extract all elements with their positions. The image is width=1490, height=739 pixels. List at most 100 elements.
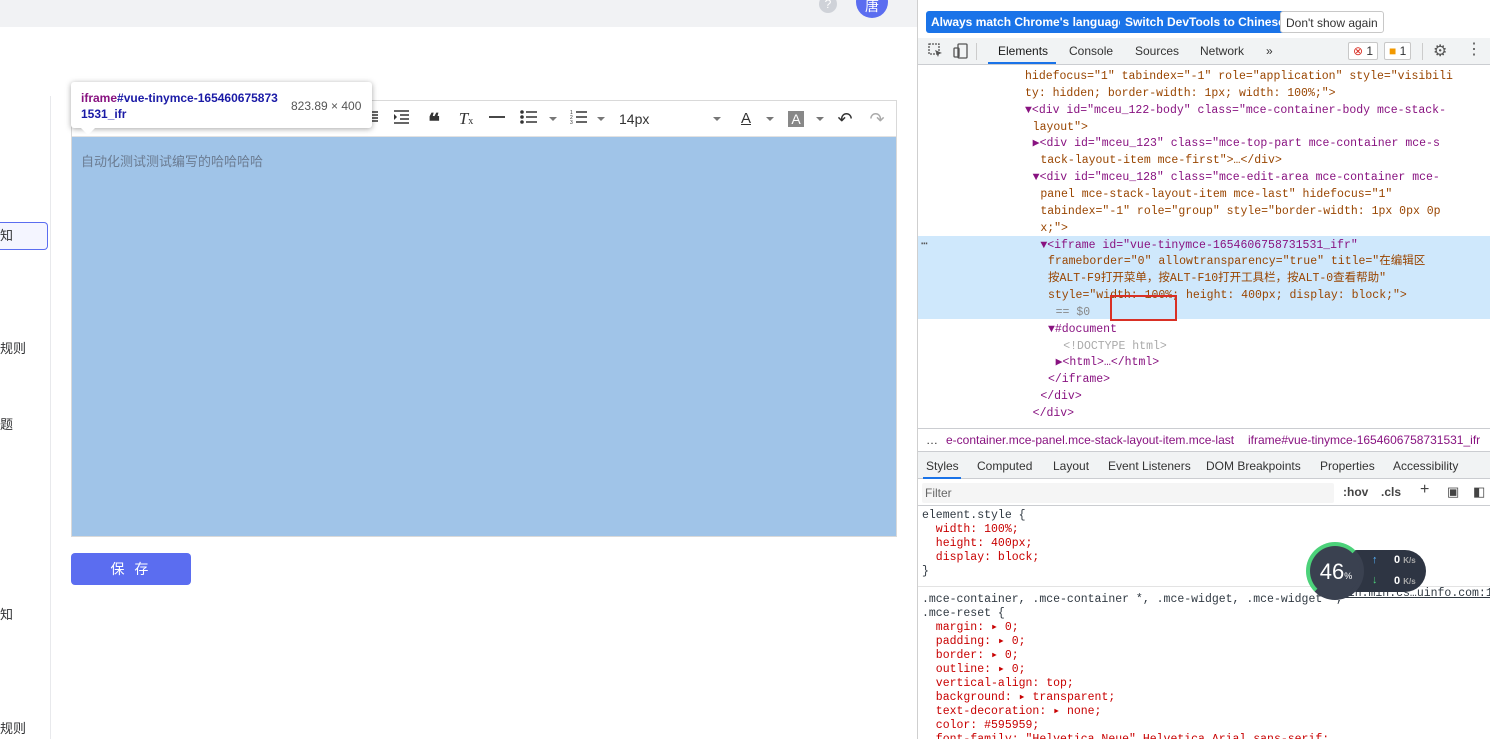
highlight-box — [1110, 295, 1177, 321]
subtab-styles[interactable]: Styles — [926, 459, 959, 473]
dom-line[interactable]: frameborder="0" allowtransparency="true"… — [1048, 254, 1490, 271]
bullet-list-icon[interactable] — [520, 109, 538, 129]
dom-line[interactable]: ▼#document — [1048, 322, 1490, 339]
switch-to-chinese-button[interactable]: Switch DevTools to Chinese — [1120, 11, 1290, 33]
style-line[interactable]: element.style { — [922, 509, 1026, 523]
breadcrumb-ellipsis[interactable]: … — [926, 429, 938, 451]
sidebar-item-3[interactable]: 题 — [0, 417, 13, 433]
style-line[interactable]: border: ▸ 0; — [922, 649, 1019, 663]
chevron-down-icon[interactable] — [816, 117, 824, 121]
subtab-event-listeners[interactable]: Event Listeners — [1108, 459, 1191, 473]
error-badge[interactable]: ⊗ 1 — [1348, 42, 1379, 60]
warning-badge[interactable]: ■ 1 — [1384, 42, 1412, 60]
help-icon[interactable]: ? — [819, 0, 837, 13]
horizontal-rule-icon[interactable] — [488, 109, 506, 129]
style-line[interactable]: height: 400px; — [922, 537, 1033, 551]
style-line[interactable]: background: ▸ transparent; — [922, 691, 1115, 705]
style-line[interactable]: margin: ▸ 0; — [922, 621, 1019, 635]
tab-network[interactable]: Network — [1200, 44, 1244, 58]
dom-line[interactable]: tack-layout-item mce-first">…</div> — [1040, 153, 1490, 170]
chevron-down-icon[interactable] — [713, 117, 721, 121]
breadcrumb-item-selected[interactable]: iframe#vue-tinymce-1654606758731531_ifr — [1248, 429, 1480, 451]
cls-button[interactable]: .cls — [1381, 485, 1401, 499]
rich-text-editor: ❝ Tx 123 14px A A ↶ ↷ 自动化测试测试编写的哈哈哈哈 — [71, 100, 897, 537]
dom-line[interactable]: layout"> — [1033, 120, 1490, 137]
subtab-styles-underline — [923, 477, 961, 479]
subtab-dom-breakpoints[interactable]: DOM Breakpoints — [1206, 459, 1301, 473]
toggle-sidebar-icon[interactable]: ◧ — [1473, 484, 1485, 500]
style-line[interactable]: } — [922, 565, 929, 579]
tab-elements-underline — [988, 62, 1056, 64]
sidebar-item-4[interactable]: 知 — [0, 607, 13, 623]
dom-line[interactable]: panel mce-stack-layout-item mce-last" hi… — [1040, 187, 1490, 204]
dom-line[interactable]: </div> — [1033, 406, 1490, 423]
add-rule-icon[interactable]: + — [1420, 481, 1429, 499]
avatar[interactable]: 唐 — [856, 0, 888, 18]
sidebar-item-5[interactable]: 规则 — [0, 721, 26, 737]
breadcrumb-item[interactable]: e-container.mce-panel.mce-stack-layout-i… — [946, 429, 1234, 451]
tab-elements[interactable]: Elements — [998, 44, 1048, 58]
style-line[interactable]: vertical-align: top; — [922, 677, 1074, 691]
style-line[interactable]: outline: ▸ 0; — [922, 663, 1026, 677]
dont-show-again-button[interactable]: Don't show again — [1280, 11, 1384, 33]
clear-format-icon[interactable]: Tx — [457, 109, 475, 129]
style-line[interactable]: font-family: "Helvetica Neue",Helvetica,… — [922, 733, 1329, 739]
dom-line[interactable]: </iframe> — [1048, 372, 1490, 389]
style-line[interactable]: padding: ▸ 0; — [922, 635, 1026, 649]
style-line[interactable]: color: #595959; — [922, 719, 1040, 733]
styles-filter-bar: Filter :hov .cls + ▣ ◧ — [918, 480, 1490, 506]
save-button[interactable]: 保 存 — [71, 553, 191, 585]
dom-line[interactable]: ty: hidden; border-width: 1px; width: 10… — [1025, 86, 1490, 103]
tab-sources[interactable]: Sources — [1135, 44, 1179, 58]
redo-icon[interactable]: ↷ — [868, 109, 886, 129]
more-options-icon[interactable]: ⋯ — [921, 237, 928, 254]
toolbar-divider — [976, 43, 977, 60]
hov-button[interactable]: :hov — [1343, 485, 1368, 499]
tab-more[interactable]: » — [1266, 44, 1273, 58]
paint-icon[interactable]: ▣ — [1447, 484, 1459, 500]
dom-line[interactable]: ▼<iframe id="vue-tinymce-165460675873153… — [1040, 238, 1490, 255]
more-options-icon[interactable]: ⋮ — [1466, 41, 1482, 59]
editor-content-iframe[interactable]: 自动化测试测试编写的哈哈哈哈 — [72, 137, 896, 536]
dom-line[interactable]: 按ALT-F9打开菜单，按ALT-F10打开工具栏，按ALT-0查看帮助" — [1048, 271, 1490, 288]
dom-line[interactable]: <!DOCTYPE html> — [1063, 339, 1490, 356]
style-line[interactable]: width: 100%; — [922, 523, 1019, 537]
dom-line[interactable]: ▼<div id="mceu_122-body" class="mce-cont… — [1025, 103, 1490, 120]
dom-line[interactable]: ▼<div id="mceu_128" class="mce-edit-area… — [1033, 170, 1490, 187]
network-speed-widget: 46% ↑ 0 K/s ↓ 0 K/s — [1306, 542, 1426, 600]
chevron-down-icon[interactable] — [766, 117, 774, 121]
sidebar-item-1[interactable]: 知 — [0, 228, 13, 244]
background-color-icon[interactable]: A — [788, 111, 804, 127]
blockquote-icon[interactable]: ❝ — [424, 109, 444, 134]
numbered-list-icon[interactable]: 123 — [570, 109, 588, 129]
gear-icon[interactable]: ⚙ — [1433, 41, 1447, 61]
always-match-language-button[interactable]: Always match Chrome's language — [926, 11, 1131, 33]
filter-input[interactable]: Filter — [922, 483, 1334, 503]
dom-line[interactable]: ▶<div id="mceu_123" class="mce-top-part … — [1033, 136, 1490, 153]
tab-console[interactable]: Console — [1069, 44, 1113, 58]
download-speed: 0 K/s — [1394, 575, 1416, 587]
font-size-select[interactable]: 14px — [619, 111, 649, 127]
indent-icon[interactable] — [392, 109, 410, 129]
dom-line[interactable]: </div> — [1040, 389, 1490, 406]
inspect-element-icon[interactable] — [928, 43, 944, 59]
dom-line[interactable]: ▶<html>…</html> — [1056, 355, 1490, 372]
subtab-layout[interactable]: Layout — [1053, 459, 1089, 473]
subtab-computed[interactable]: Computed — [977, 459, 1032, 473]
sidebar-item-2[interactable]: 规则 — [0, 341, 26, 357]
dom-line[interactable]: tabindex="-1" role="group" style="border… — [1040, 204, 1490, 221]
style-line[interactable]: display: block; — [922, 551, 1040, 565]
tooltip-element-size: 823.89 × 400 — [291, 99, 362, 113]
dom-line[interactable]: hidefocus="1" tabindex="-1" role="applic… — [1025, 69, 1490, 86]
chevron-down-icon[interactable] — [597, 117, 605, 121]
style-line[interactable]: .mce-container, .mce-container *, .mce-w… — [922, 593, 1343, 607]
style-line[interactable]: .mce-reset { — [922, 607, 1005, 621]
subtab-accessibility[interactable]: Accessibility — [1393, 459, 1458, 473]
subtab-properties[interactable]: Properties — [1320, 459, 1375, 473]
dom-line[interactable]: x;"> — [1040, 221, 1490, 238]
undo-icon[interactable]: ↶ — [836, 109, 854, 129]
style-line[interactable]: text-decoration: ▸ none; — [922, 705, 1102, 719]
chevron-down-icon[interactable] — [549, 117, 557, 121]
device-toolbar-icon[interactable] — [953, 43, 969, 59]
text-color-icon[interactable]: A — [738, 109, 754, 129]
